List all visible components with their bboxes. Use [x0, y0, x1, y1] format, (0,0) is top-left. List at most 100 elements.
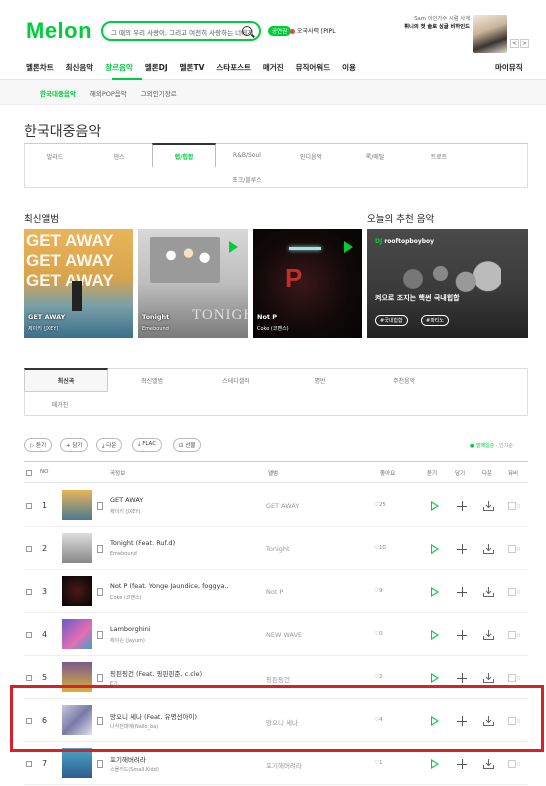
- nav-genre[interactable]: 장르음악: [105, 62, 133, 73]
- add-icon[interactable]: [457, 630, 467, 640]
- album-play-icon[interactable]: [229, 241, 238, 253]
- genre-indie[interactable]: 인디음악: [281, 152, 341, 161]
- album-thumbnail[interactable]: [62, 490, 92, 520]
- nav-usage[interactable]: 이용: [342, 62, 356, 73]
- like-count[interactable]: ♡2: [374, 674, 382, 680]
- play-icon[interactable]: [431, 673, 439, 683]
- mv-icon[interactable]: [508, 502, 516, 510]
- song-artist[interactable]: 제이슨 (Jayum): [110, 637, 145, 644]
- sort-options[interactable]: ● 발매일순 · 인기순: [470, 442, 513, 449]
- mv-icon[interactable]: [508, 545, 516, 553]
- recommend-card[interactable]: DJ rooftopboyboy 켜으로 조지는 핵썬 국내힙합 #국내힙합 #…: [367, 229, 528, 338]
- download-icon[interactable]: [483, 544, 494, 554]
- tab-steady[interactable]: 스테디셀러: [201, 376, 271, 385]
- genre-ballad[interactable]: 발라드: [25, 152, 85, 161]
- song-title[interactable]: Lamborghini: [110, 625, 151, 633]
- row-checkbox[interactable]: [26, 632, 32, 638]
- album-card[interactable]: TONIGHT Tonight Emebound: [138, 229, 248, 338]
- nav-mymusic[interactable]: 마이뮤직: [495, 62, 523, 73]
- album-name[interactable]: GET AWAY: [266, 502, 299, 510]
- add-icon[interactable]: [457, 673, 467, 683]
- row-checkbox[interactable]: [26, 503, 32, 509]
- ticket-badge[interactable]: 공연권: [268, 26, 292, 36]
- mv-icon[interactable]: [508, 631, 516, 639]
- nav-latest[interactable]: 최신음악: [66, 62, 94, 73]
- listen-button[interactable]: ▷ 듣기: [24, 438, 53, 452]
- search-input[interactable]: 그 때의 우리 사랑이, 그리고 여전히 사랑하는 너에게: [101, 21, 261, 41]
- nav-chart[interactable]: 멜론차트: [26, 62, 54, 73]
- tab-recommended[interactable]: 주천음악: [369, 376, 439, 385]
- like-count[interactable]: ♡10: [374, 545, 386, 551]
- subnav-pop[interactable]: 해외POP음악: [90, 88, 127, 98]
- genre-trot[interactable]: 트로트: [409, 152, 469, 161]
- album-thumbnail[interactable]: [62, 533, 92, 563]
- add-icon[interactable]: [457, 544, 467, 554]
- subnav-other[interactable]: 그외인기장르: [141, 88, 177, 98]
- nav-starpost[interactable]: 스타포스트: [216, 62, 251, 73]
- song-title[interactable]: Not P (feat. Yonge Jaundice, foggya..: [110, 582, 229, 590]
- add-icon[interactable]: [457, 587, 467, 597]
- song-title[interactable]: 핑핀핑건 (Feat. 핑핀핀준, c.cle): [110, 668, 202, 678]
- mv-icon[interactable]: [508, 674, 516, 682]
- nav-magazine[interactable]: 매거진: [263, 62, 284, 73]
- album-name[interactable]: 포기해버려라: [266, 760, 302, 770]
- genre-hiphop[interactable]: 랩/힙합: [152, 143, 216, 167]
- song-title[interactable]: GET AWAY: [110, 496, 143, 504]
- mv-icon[interactable]: [508, 588, 516, 596]
- row-checkbox[interactable]: [26, 589, 32, 595]
- album-thumbnail[interactable]: [62, 748, 92, 778]
- download-icon[interactable]: [483, 587, 494, 597]
- like-count[interactable]: ♡25: [374, 502, 386, 508]
- play-icon[interactable]: [431, 544, 439, 554]
- play-icon[interactable]: [431, 630, 439, 640]
- album-name[interactable]: NEW WAVE: [266, 631, 302, 639]
- album-card[interactable]: GET AWAY GET AWAY GET AWAY GET AWAY 제이키 (J…: [24, 229, 133, 338]
- row-checkbox[interactable]: [26, 546, 32, 552]
- ad-next-button[interactable]: >: [520, 39, 529, 48]
- add-button[interactable]: + 담기: [60, 438, 89, 452]
- nav-award[interactable]: 뮤직어워드: [296, 62, 331, 73]
- album-thumbnail[interactable]: [62, 576, 92, 606]
- subnav-kpop[interactable]: 한국대중음악: [40, 88, 76, 98]
- song-info-icon[interactable]: [97, 631, 103, 639]
- tab-classic[interactable]: 명반: [285, 376, 355, 385]
- row-checkbox[interactable]: [26, 761, 32, 767]
- play-icon[interactable]: [431, 759, 439, 769]
- song-artist[interactable]: 제이키 (JXEY): [110, 508, 140, 515]
- flac-button[interactable]: ⤓ FLAC: [132, 438, 163, 452]
- tab-latest-albums[interactable]: 최신앨범: [117, 376, 187, 385]
- nav-tv[interactable]: 멜론TV: [180, 62, 205, 73]
- tab-latest-songs[interactable]: 최신곡: [24, 368, 108, 392]
- add-icon[interactable]: [457, 501, 467, 511]
- download-button[interactable]: ⤓ 다운: [96, 438, 123, 452]
- recommend-tag[interactable]: #파티노: [421, 315, 449, 326]
- download-icon[interactable]: [483, 501, 494, 511]
- ad-banner-text[interactable]: Sam 이안가수 시럼 사계 휘니의 첫 솔로 싱글 비하인드: [378, 15, 470, 31]
- song-info-icon[interactable]: [97, 674, 103, 682]
- genre-folk[interactable]: 포크/블루스: [217, 175, 277, 184]
- select-all-checkbox[interactable]: [26, 470, 32, 476]
- user-status[interactable]: 오국사력 [PIPL: [290, 26, 336, 35]
- song-artist[interactable]: Coke (코멘스): [110, 594, 142, 601]
- ad-banner-image[interactable]: [473, 15, 507, 53]
- download-icon[interactable]: [483, 630, 494, 640]
- genre-rock[interactable]: 록/메탈: [345, 152, 405, 161]
- like-count[interactable]: ♡0: [374, 631, 382, 637]
- play-icon[interactable]: [431, 587, 439, 597]
- album-name[interactable]: Not P: [266, 588, 283, 596]
- play-icon[interactable]: [431, 501, 439, 511]
- search-icon[interactable]: [242, 26, 252, 36]
- download-icon[interactable]: [483, 759, 494, 769]
- mv-icon[interactable]: [508, 760, 516, 768]
- album-play-icon[interactable]: [344, 241, 353, 253]
- album-card[interactable]: P Not P Coke (코멘스): [253, 229, 362, 338]
- album-name[interactable]: 핑핀핑건: [266, 674, 290, 684]
- ad-prev-button[interactable]: <: [510, 39, 519, 48]
- gift-button[interactable]: ⊡ 선물: [173, 438, 202, 452]
- like-count[interactable]: ♡9: [374, 588, 382, 594]
- song-title[interactable]: 포기해버려라: [110, 754, 146, 764]
- album-thumbnail[interactable]: [62, 619, 92, 649]
- recommend-tag[interactable]: #국내힙합: [375, 315, 408, 326]
- song-artist[interactable]: Emebound: [110, 551, 137, 557]
- song-title[interactable]: Tonight (Feat. Ruf.d): [110, 539, 175, 547]
